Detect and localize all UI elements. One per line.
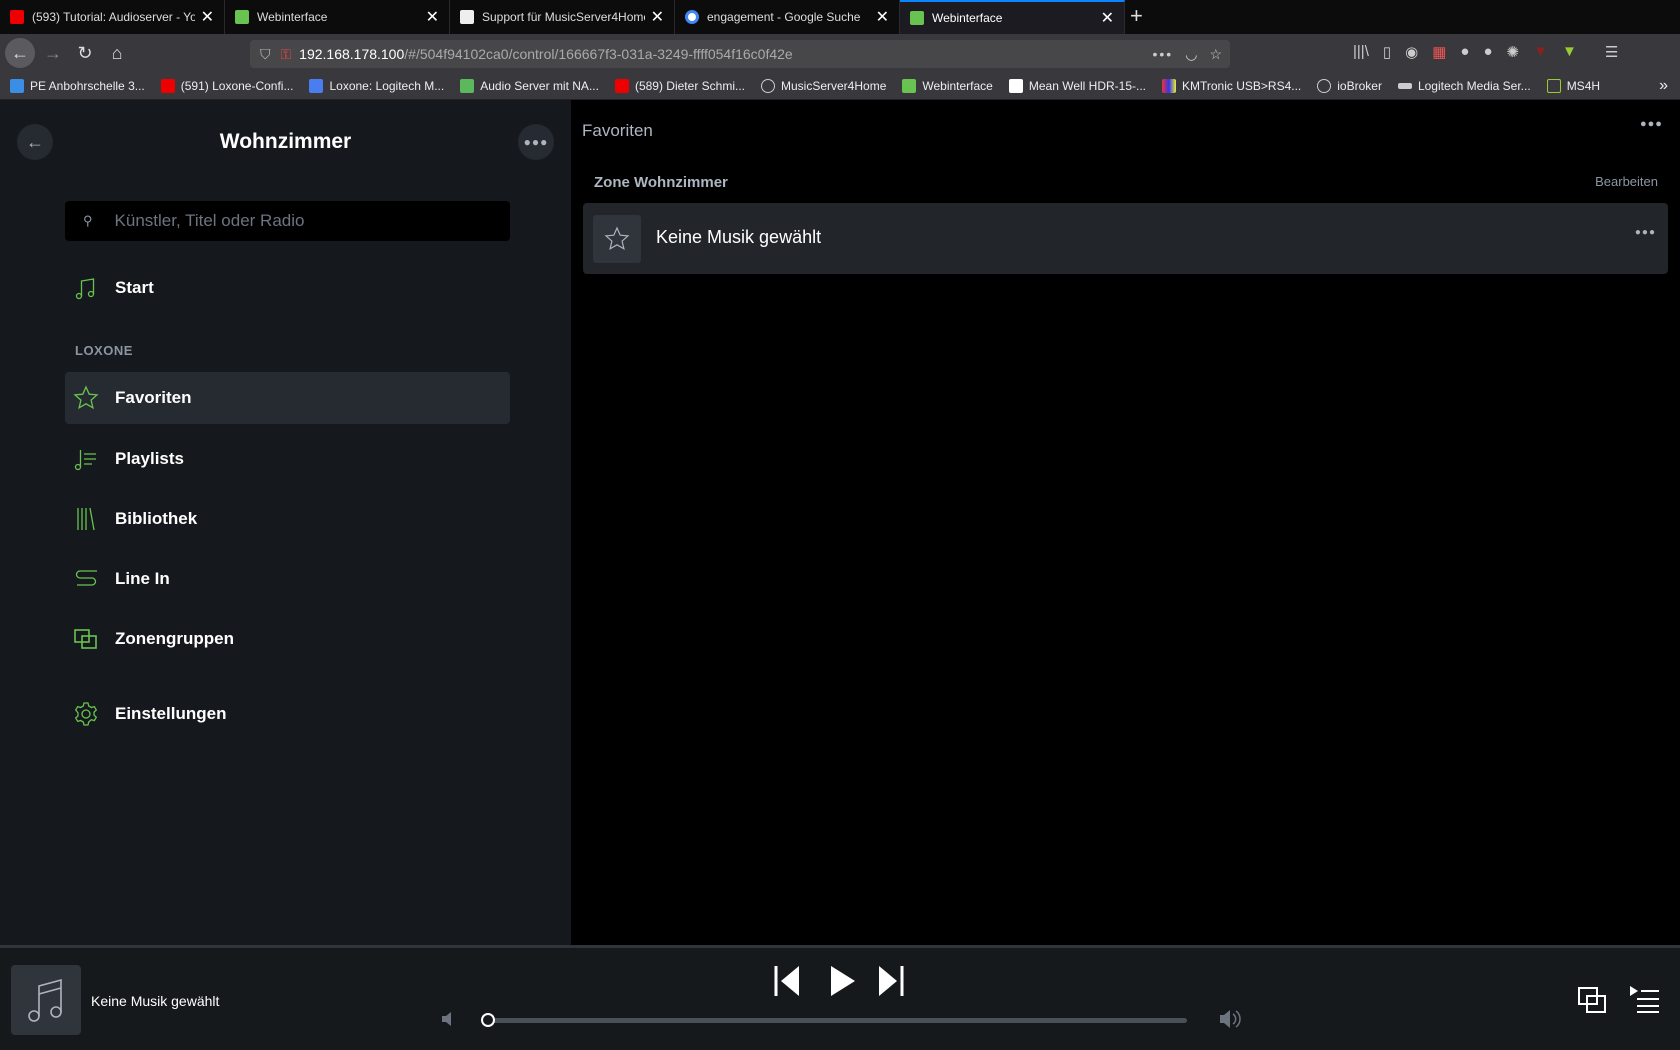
zone-title: Wohnzimmer bbox=[219, 130, 352, 153]
insecure-lock-icon: ⚿ bbox=[280, 45, 292, 62]
account-icon[interactable]: ◉ bbox=[1405, 43, 1418, 61]
browser-tab[interactable]: Webinterface ✕ bbox=[225, 0, 450, 34]
playlist-icon bbox=[74, 450, 96, 471]
now-playing-title: Keine Musik gewählt bbox=[91, 993, 220, 1009]
bookmark-star-icon[interactable]: ☆ bbox=[1209, 46, 1222, 63]
favorite-thumbnail bbox=[593, 215, 641, 263]
youtube-icon bbox=[10, 10, 24, 24]
queue-icon[interactable] bbox=[1628, 984, 1660, 1014]
favorite-list-item[interactable]: Keine Musik gewählt ●●● bbox=[583, 203, 1668, 274]
volume-slider[interactable] bbox=[481, 1013, 1187, 1027]
music-note-icon bbox=[75, 278, 95, 300]
extension-icon[interactable]: ● bbox=[1483, 43, 1492, 61]
loxone-icon bbox=[235, 10, 249, 24]
bookmark[interactable]: Logitech Media Ser... bbox=[1397, 79, 1531, 93]
download-icon[interactable]: ▼ bbox=[1533, 43, 1548, 61]
cable-icon bbox=[75, 570, 97, 586]
item-more-button[interactable]: ●●● bbox=[1635, 227, 1656, 238]
library-icon bbox=[77, 507, 95, 531]
album-art bbox=[11, 965, 81, 1035]
sidebar-item-bibliothek[interactable]: Bibliothek bbox=[65, 493, 510, 545]
sidebar-item-favoriten[interactable]: Favoriten bbox=[65, 372, 510, 424]
play-button[interactable] bbox=[828, 964, 858, 998]
bookmark[interactable]: MusicServer4Home bbox=[761, 79, 886, 93]
extension-icon[interactable]: ▦ bbox=[1432, 43, 1446, 61]
page-actions-icon[interactable]: ••• bbox=[1153, 46, 1174, 62]
sidebar-item-playlists[interactable]: Playlists bbox=[65, 433, 510, 485]
sidebar-item-zonengruppen[interactable]: Zonengruppen bbox=[65, 613, 510, 665]
zone-heading: Zone Wohnzimmer bbox=[594, 174, 728, 191]
reload-button[interactable]: ↻ bbox=[70, 38, 100, 68]
bookmarks-bar: PE Anbohrschelle 3... (591) Loxone-Confi… bbox=[0, 73, 1680, 100]
gear-icon bbox=[74, 702, 98, 726]
star-icon bbox=[604, 226, 630, 251]
bookmark[interactable]: ioBroker bbox=[1317, 79, 1382, 93]
library-icon[interactable]: |||\ bbox=[1353, 43, 1369, 61]
sidebar-item-line-in[interactable]: Line In bbox=[65, 553, 510, 605]
browser-tab-active[interactable]: Webinterface ✕ bbox=[900, 0, 1125, 34]
volume-slider-handle[interactable] bbox=[481, 1013, 495, 1027]
next-button[interactable] bbox=[876, 964, 906, 998]
music-note-icon bbox=[28, 978, 62, 1022]
google-icon bbox=[685, 10, 699, 24]
home-button[interactable]: ⌂ bbox=[102, 38, 132, 68]
nav-bar: ← → ↻ ⌂ ⛉ ⚿ 192.168.178.100/#/504f94102c… bbox=[0, 34, 1680, 73]
volume-high-icon[interactable] bbox=[1218, 1008, 1242, 1030]
bookmark[interactable]: Loxone: Logitech M... bbox=[309, 79, 444, 93]
menu-icon[interactable]: ☰ bbox=[1605, 43, 1618, 61]
forward-button[interactable]: → bbox=[38, 38, 68, 68]
bookmark[interactable]: KMTronic USB>RS4... bbox=[1162, 79, 1301, 93]
bookmark[interactable]: (589) Dieter Schmi... bbox=[614, 79, 745, 93]
browser-tab[interactable]: engagement - Google Suche ✕ bbox=[675, 0, 900, 34]
bookmark[interactable]: Mean Well HDR-15-... bbox=[1008, 79, 1146, 93]
download-icon[interactable]: ▼ bbox=[1562, 43, 1577, 61]
new-tab-button[interactable]: + bbox=[1130, 3, 1143, 29]
bookmark[interactable]: MS4H bbox=[1546, 79, 1600, 93]
shield-icon: ⛉ bbox=[260, 45, 271, 62]
player-bar: Keine Musik gewählt bbox=[0, 945, 1680, 1050]
more-options-button[interactable]: ●●● bbox=[1640, 118, 1663, 130]
bookmark[interactable]: (591) Loxone-Confi... bbox=[160, 79, 293, 93]
close-tab-icon[interactable]: ✕ bbox=[876, 7, 889, 27]
browser-tab[interactable]: (593) Tutorial: Audioserver - YouTube✕ bbox=[0, 0, 225, 34]
sidebar-item-einstellungen[interactable]: Einstellungen bbox=[65, 688, 510, 740]
bookmark[interactable]: PE Anbohrschelle 3... bbox=[10, 79, 145, 93]
volume-low-icon[interactable] bbox=[440, 1010, 458, 1028]
previous-button[interactable] bbox=[772, 964, 802, 998]
back-button[interactable]: ← bbox=[5, 38, 35, 68]
page-title: Favoriten bbox=[582, 121, 653, 140]
more-bookmarks-icon[interactable]: » bbox=[1659, 77, 1668, 95]
search-input[interactable]: ⚲ Künstler, Titel oder Radio bbox=[65, 201, 510, 241]
close-tab-icon[interactable]: ✕ bbox=[651, 7, 664, 27]
section-label: LOXONE bbox=[75, 343, 133, 358]
close-tab-icon[interactable]: ✕ bbox=[426, 7, 439, 27]
edit-button[interactable]: Bearbeiten bbox=[1595, 174, 1658, 189]
browser-tab[interactable]: Support für MusicServer4Home ✕ bbox=[450, 0, 675, 34]
zone-groups-icon bbox=[74, 629, 97, 649]
sidebar-item-start[interactable]: Start bbox=[65, 262, 510, 314]
loxone-icon bbox=[910, 11, 924, 25]
pocket-icon[interactable]: ◡ bbox=[1185, 46, 1197, 63]
star-icon bbox=[73, 385, 99, 410]
tab-bar: (593) Tutorial: Audioserver - YouTube✕ W… bbox=[0, 0, 1680, 34]
sidebar-icon[interactable]: ▯ bbox=[1383, 43, 1391, 61]
close-tab-icon[interactable]: ✕ bbox=[201, 7, 214, 27]
extension-icon[interactable]: ✺ bbox=[1507, 43, 1520, 61]
bookmark[interactable]: Webinterface bbox=[902, 79, 993, 93]
extension-icon[interactable]: ● bbox=[1460, 43, 1469, 61]
search-icon: ⚲ bbox=[83, 213, 93, 228]
musicserver-icon bbox=[460, 10, 474, 24]
url-bar[interactable]: ⛉ ⚿ 192.168.178.100/#/504f94102ca0/contr… bbox=[250, 40, 1230, 68]
close-tab-icon[interactable]: ✕ bbox=[1101, 8, 1114, 28]
bookmark[interactable]: Audio Server mit NA... bbox=[460, 79, 599, 93]
favorite-title: Keine Musik gewählt bbox=[656, 227, 822, 247]
zone-groups-icon[interactable] bbox=[1577, 986, 1607, 1014]
